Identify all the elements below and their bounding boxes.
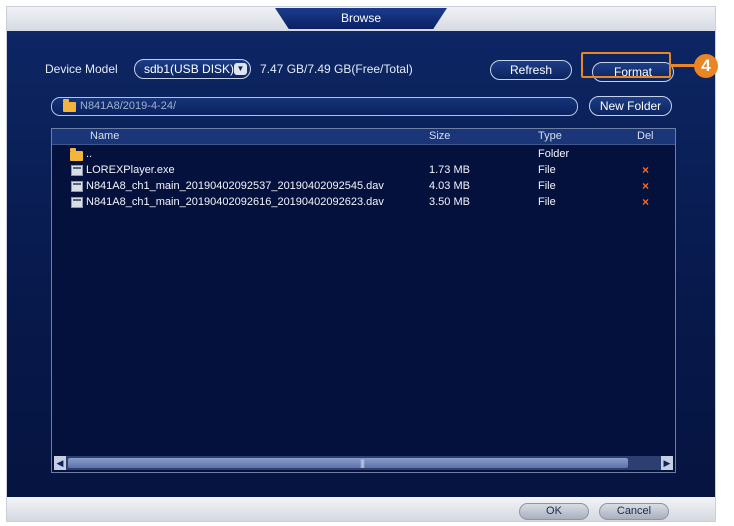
dialog-title: Browse — [275, 8, 447, 29]
scroll-left-icon[interactable]: ◀ — [54, 456, 66, 470]
file-icon — [71, 197, 83, 208]
file-table: Name Size Type Del .. Folder LOREXPlayer… — [51, 128, 676, 473]
new-folder-button[interactable]: New Folder — [589, 96, 672, 116]
delete-icon[interactable]: × — [642, 194, 649, 210]
chevron-down-icon: ▼ — [234, 63, 247, 75]
scrollbar-thumb[interactable]: ||| — [68, 458, 628, 468]
table-row[interactable]: N841A8_ch1_main_20190402092616_201904020… — [52, 194, 675, 210]
callout-badge: 4 — [694, 54, 718, 78]
capacity-text: 7.47 GB/7.49 GB(Free/Total) — [260, 62, 413, 76]
delete-icon[interactable]: × — [642, 162, 649, 178]
device-model-label: Device Model — [45, 62, 118, 76]
browse-dialog: Browse Device Model sdb1(USB DISK) ▼ 7.4… — [6, 6, 716, 522]
table-row[interactable]: N841A8_ch1_main_20190402092537_201904020… — [52, 178, 675, 194]
row-type: Folder — [538, 148, 570, 160]
row-size: 3.50 MB — [429, 196, 470, 208]
device-select[interactable]: sdb1(USB DISK) ▼ — [134, 59, 251, 79]
format-highlight — [581, 52, 671, 78]
refresh-button[interactable]: Refresh — [490, 60, 572, 80]
path-text: N841A8/2019-4-24/ — [80, 100, 177, 112]
grip-icon: ||| — [360, 458, 365, 468]
folder-icon — [70, 148, 83, 161]
ok-button[interactable]: OK — [519, 503, 589, 520]
header-del: Del — [637, 130, 654, 142]
device-select-value: sdb1(USB DISK) — [144, 62, 235, 76]
row-name: .. — [86, 148, 93, 160]
horizontal-scrollbar[interactable]: ◀ ||| ▶ — [54, 456, 673, 470]
row-name: N841A8_ch1_main_20190402092537_201904020… — [86, 180, 384, 192]
row-type: File — [538, 196, 556, 208]
file-icon — [71, 165, 83, 176]
table-row[interactable]: .. Folder — [52, 146, 675, 162]
row-name: LOREXPlayer.exe — [86, 164, 175, 176]
header-size: Size — [429, 130, 451, 142]
folder-icon — [63, 99, 76, 112]
header-name: Name — [90, 130, 120, 142]
path-field[interactable]: N841A8/2019-4-24/ — [51, 97, 578, 116]
file-icon — [71, 181, 83, 192]
row-size: 1.73 MB — [429, 164, 470, 176]
header-type: Type — [538, 130, 562, 142]
row-type: File — [538, 164, 556, 176]
cancel-button[interactable]: Cancel — [599, 503, 669, 520]
row-name: N841A8_ch1_main_20190402092616_201904020… — [86, 196, 384, 208]
title-bar: Browse — [7, 7, 715, 31]
scroll-right-icon[interactable]: ▶ — [661, 456, 673, 470]
table-row[interactable]: LOREXPlayer.exe 1.73 MB File × — [52, 162, 675, 178]
row-type: File — [538, 180, 556, 192]
row-size: 4.03 MB — [429, 180, 470, 192]
delete-icon[interactable]: × — [642, 178, 649, 194]
table-header: Name Size Type Del — [52, 129, 675, 145]
